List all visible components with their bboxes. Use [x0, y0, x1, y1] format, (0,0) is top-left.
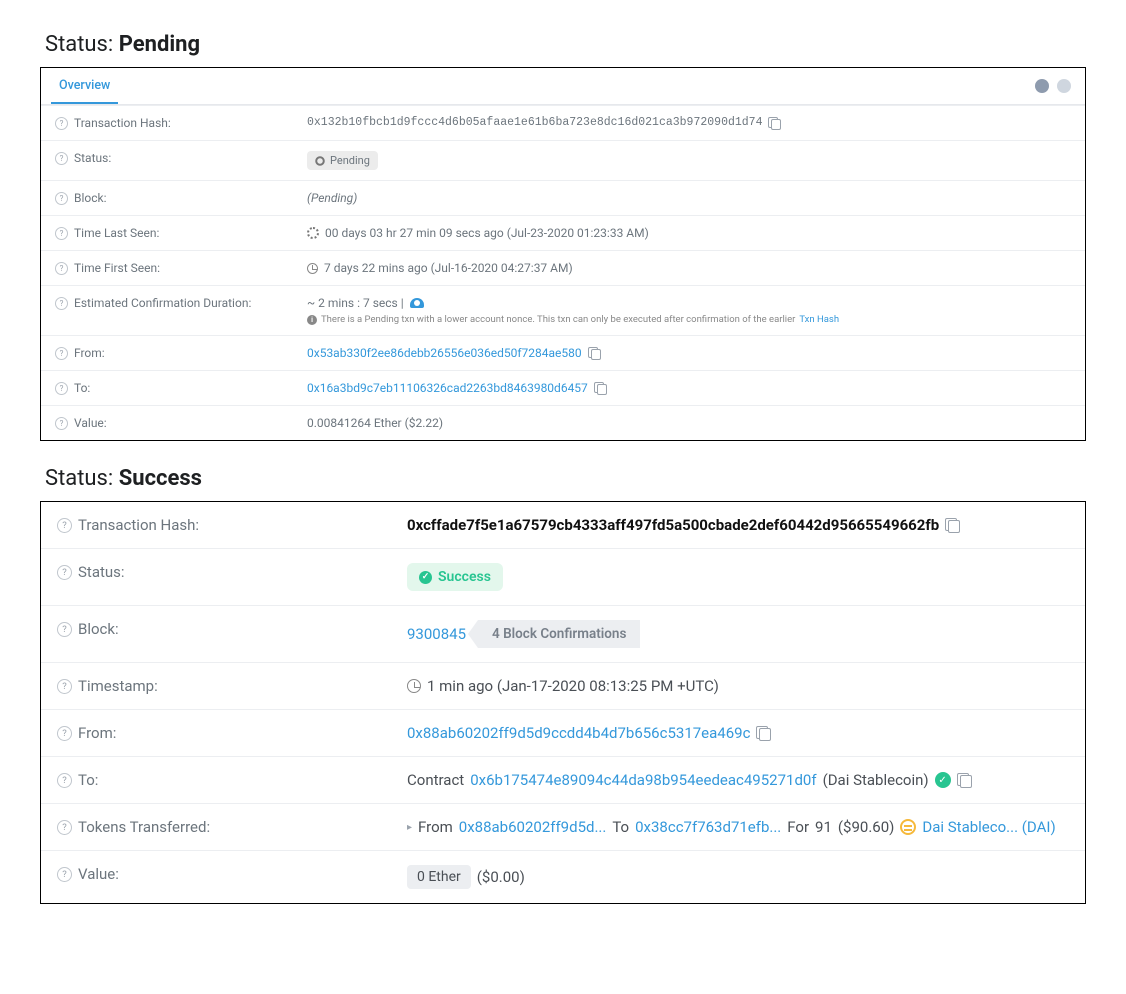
help-icon[interactable]: ?: [55, 152, 68, 165]
success-card: ?Transaction Hash: 0xcffade7f5e1a67579cb…: [40, 501, 1086, 904]
value-pill: 0 Ether: [407, 865, 471, 889]
status-dot-icon: [1057, 79, 1071, 93]
row-est-conf: ?Estimated Confirmation Duration: ~ 2 mi…: [41, 285, 1085, 335]
help-icon[interactable]: ?: [57, 820, 72, 835]
row-txn-hash: ?Transaction Hash: 0xcffade7f5e1a67579cb…: [41, 502, 1085, 548]
copy-icon[interactable]: [957, 773, 972, 788]
to-prefix: Contract: [407, 771, 464, 789]
status-badge-success: ✓Success: [407, 563, 503, 591]
tokens-from-link[interactable]: 0x88ab60202ff9d5d...: [459, 818, 607, 836]
row-time-first-seen: ?Time First Seen: 7 days 22 mins ago (Ju…: [41, 250, 1085, 285]
help-icon[interactable]: ?: [55, 417, 68, 430]
help-icon[interactable]: ?: [57, 726, 72, 741]
copy-icon[interactable]: [756, 726, 771, 741]
row-time-last-seen: ?Time Last Seen: 00 days 03 hr 27 min 09…: [41, 215, 1085, 250]
copy-icon[interactable]: [768, 117, 780, 129]
row-timestamp: ?Timestamp: 1 min ago (Jan-17-2020 08:13…: [41, 662, 1085, 709]
gear-icon: [315, 156, 325, 166]
status-success-heading: Status: Success: [45, 466, 1086, 491]
row-block: ?Block: 9300845 4 Block Confirmations: [41, 605, 1085, 662]
block-number-link[interactable]: 9300845: [407, 625, 466, 643]
from-address-link[interactable]: 0x53ab330f2ee86debb26556e036ed50f7284ae5…: [307, 346, 582, 360]
copy-icon[interactable]: [945, 518, 960, 533]
help-icon[interactable]: ?: [55, 262, 68, 275]
help-icon[interactable]: ?: [57, 867, 72, 882]
help-icon[interactable]: ?: [55, 347, 68, 360]
help-icon[interactable]: ?: [55, 227, 68, 240]
txn-hash-value: 0x132b10fbcb1d9fccc4d6b05afaae1e61b6ba72…: [307, 116, 762, 129]
help-icon[interactable]: ?: [57, 565, 72, 580]
timestamp-value: 1 min ago (Jan-17-2020 08:13:25 PM +UTC): [427, 677, 719, 695]
value-usd: ($0.00): [477, 868, 525, 886]
value-amount: 0.00841264 Ether ($2.22): [307, 416, 443, 430]
row-to: ?To: Contract 0x6b175474e89094c44da98b95…: [41, 756, 1085, 803]
status-badge-pending: Pending: [307, 151, 378, 170]
est-conf-duration: ~ 2 mins : 7 secs |: [307, 296, 404, 310]
help-icon[interactable]: ?: [55, 117, 68, 130]
help-icon[interactable]: ?: [55, 297, 68, 310]
copy-icon[interactable]: [588, 347, 600, 359]
row-to: ?To: 0x16a3bd9c7eb11106326cad2263bd84639…: [41, 370, 1085, 405]
help-icon[interactable]: ?: [57, 622, 72, 637]
status-pending-heading: Status: Pending: [45, 32, 1086, 57]
to-suffix: (Dai Stablecoin): [823, 771, 929, 789]
row-status: ?Status: ✓Success: [41, 548, 1085, 605]
time-first-seen-value: 7 days 22 mins ago (Jul-16-2020 04:27:37…: [324, 261, 573, 275]
clock-icon: [307, 263, 318, 274]
help-icon[interactable]: ?: [57, 679, 72, 694]
tokens-usd: ($90.60): [838, 818, 894, 836]
help-icon[interactable]: ?: [55, 192, 68, 205]
tokens-to-link[interactable]: 0x38cc7f763d71efb...: [635, 818, 781, 836]
pending-card: Overview ?Transaction Hash: 0x132b10fbcb…: [40, 67, 1086, 441]
spinner-icon: [307, 227, 319, 239]
tab-row: Overview: [41, 68, 1085, 105]
tokens-amount: 91: [815, 818, 832, 836]
from-address-link[interactable]: 0x88ab60202ff9d5d9ccdd4b4d7b656c5317ea46…: [407, 724, 750, 742]
row-from: ?From: 0x88ab60202ff9d5d9ccdd4b4d7b656c5…: [41, 709, 1085, 756]
check-circle-icon: ✓: [419, 571, 432, 584]
row-tokens-transferred: ?Tokens Transferred: ▸ From 0x88ab60202f…: [41, 803, 1085, 850]
copy-icon[interactable]: [594, 382, 606, 394]
block-confirmations: 4 Block Confirmations: [478, 620, 640, 648]
est-conf-note: There is a Pending txn with a lower acco…: [321, 314, 795, 325]
to-address-link[interactable]: 0x16a3bd9c7eb11106326cad2263bd8463980d64…: [307, 381, 588, 395]
caret-icon: ▸: [407, 822, 412, 833]
txn-hash-link[interactable]: Txn Hash: [799, 314, 839, 325]
status-dot-icon: [1035, 79, 1049, 93]
row-status: ?Status: Pending: [41, 140, 1085, 180]
block-value: (Pending): [307, 191, 357, 205]
time-last-seen-value: 00 days 03 hr 27 min 09 secs ago (Jul-23…: [325, 226, 649, 240]
help-icon[interactable]: ?: [55, 382, 68, 395]
clock-icon: [407, 679, 421, 693]
gauge-icon: [410, 298, 424, 308]
info-icon: i: [307, 315, 317, 325]
tab-overview[interactable]: Overview: [51, 68, 118, 104]
row-value: ?Value: 0.00841264 Ether ($2.22): [41, 405, 1085, 440]
verified-check-icon: ✓: [935, 772, 951, 788]
to-address-link[interactable]: 0x6b175474e89094c44da98b954eedeac495271d…: [470, 771, 816, 789]
dai-coin-icon: [900, 819, 916, 835]
row-txn-hash: ?Transaction Hash: 0x132b10fbcb1d9fccc4d…: [41, 105, 1085, 140]
row-block: ?Block: (Pending): [41, 180, 1085, 215]
row-value: ?Value: 0 Ether ($0.00): [41, 850, 1085, 903]
help-icon[interactable]: ?: [57, 518, 72, 533]
help-icon[interactable]: ?: [57, 773, 72, 788]
token-symbol-link[interactable]: Dai Stableco... (DAI): [922, 818, 1055, 836]
row-from: ?From: 0x53ab330f2ee86debb26556e036ed50f…: [41, 335, 1085, 370]
txn-hash-value: 0xcffade7f5e1a67579cb4333aff497fd5a500cb…: [407, 516, 939, 534]
